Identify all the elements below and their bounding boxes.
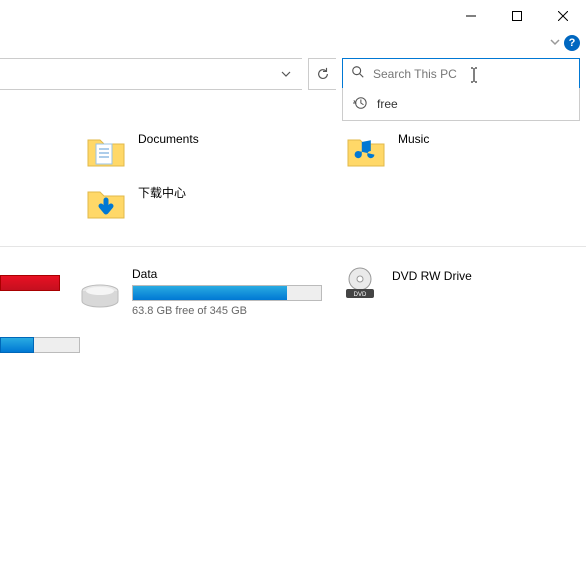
minimize-button[interactable] bbox=[448, 0, 494, 32]
ribbon-collapse-row: ? bbox=[0, 32, 586, 54]
search-suggestions: free bbox=[342, 88, 580, 121]
hard-drive-icon bbox=[80, 281, 120, 311]
address-bar[interactable] bbox=[0, 58, 302, 90]
drive-data[interactable]: Data 63.8 GB free of 345 GB bbox=[80, 267, 340, 317]
folder-documents[interactable]: Documents bbox=[86, 130, 316, 170]
dvd-drive-icon: DVD bbox=[340, 267, 380, 301]
refresh-button[interactable] bbox=[308, 58, 336, 90]
search-icon bbox=[351, 65, 365, 84]
address-dropdown-icon[interactable] bbox=[274, 60, 298, 88]
folder-label: 下载中心 bbox=[138, 182, 186, 201]
folder-label: Documents bbox=[138, 130, 199, 146]
drive-usage-bar-critical bbox=[0, 275, 60, 291]
drive-name: Data bbox=[132, 267, 322, 281]
drive-usage-bar bbox=[132, 285, 322, 301]
folder-downloads[interactable]: 下载中心 bbox=[86, 182, 316, 222]
history-icon bbox=[353, 96, 367, 113]
drive-usage-fill bbox=[0, 337, 34, 353]
maximize-button[interactable] bbox=[494, 0, 540, 32]
suggestion-text: free bbox=[377, 97, 398, 111]
downloads-folder-icon bbox=[86, 182, 126, 222]
drive-usage-bar bbox=[34, 337, 80, 353]
drive-partial-left-2[interactable] bbox=[0, 337, 80, 353]
drive-dvd[interactable]: DVD DVD RW Drive bbox=[340, 267, 472, 301]
drive-free-space: 63.8 GB free of 345 GB bbox=[132, 305, 322, 317]
search-box[interactable] bbox=[342, 58, 580, 90]
documents-folder-icon bbox=[86, 130, 126, 170]
music-folder-icon bbox=[346, 130, 386, 170]
folder-label: Music bbox=[398, 130, 429, 146]
text-cursor-icon bbox=[469, 67, 479, 86]
drive-partial-left[interactable] bbox=[0, 267, 80, 291]
content-area: Documents Music 下载中心 Data bbox=[0, 90, 586, 353]
chevron-down-icon[interactable] bbox=[550, 34, 560, 52]
folder-music[interactable]: Music bbox=[346, 130, 576, 170]
close-button[interactable] bbox=[540, 0, 586, 32]
drive-usage-fill bbox=[133, 286, 287, 300]
search-suggestion-item[interactable]: free bbox=[343, 88, 579, 120]
window-controls bbox=[0, 0, 586, 32]
svg-text:DVD: DVD bbox=[354, 292, 367, 298]
drive-name: DVD RW Drive bbox=[392, 267, 472, 283]
help-button[interactable]: ? bbox=[564, 35, 580, 51]
navigation-row bbox=[0, 58, 586, 90]
